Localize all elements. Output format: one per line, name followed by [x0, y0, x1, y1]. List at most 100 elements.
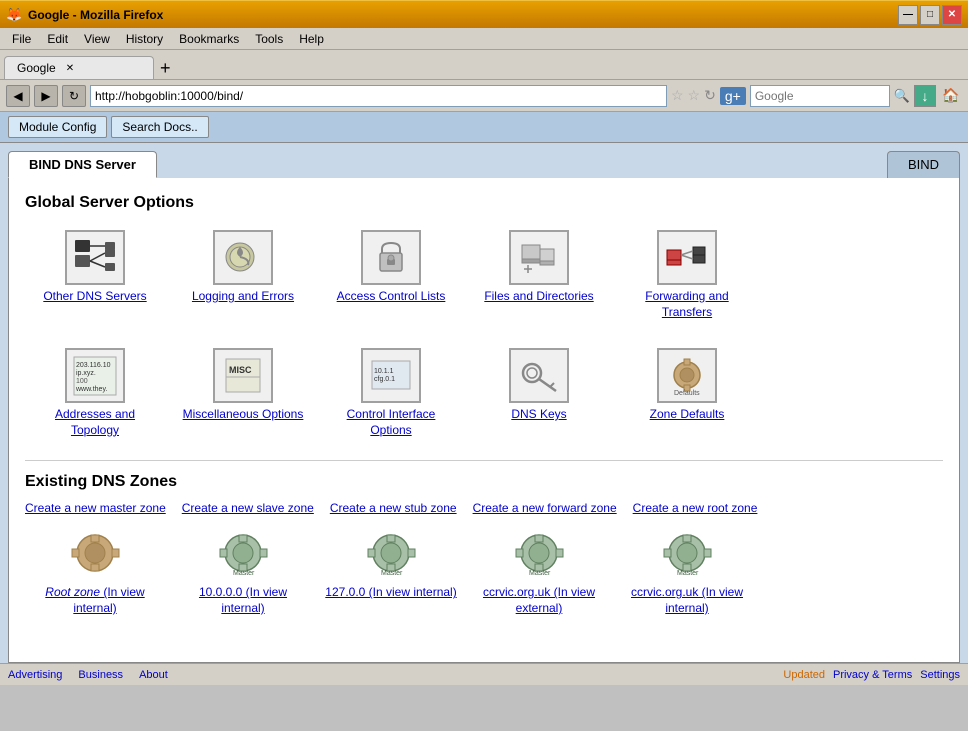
- ccrvic-internal-item[interactable]: Master ccrvic.org.uk (In view internal): [617, 527, 757, 620]
- global-options-grid-row2: 203.116.10 ip.xyz. 100 www.they. Address…: [25, 342, 943, 444]
- svg-text:ip.xyz.: ip.xyz.: [76, 370, 96, 377]
- statusbar-right: Updated Privacy & Terms Settings: [783, 669, 960, 681]
- addresses-topology-item[interactable]: 203.116.10 ip.xyz. 100 www.they. Address…: [25, 342, 165, 444]
- window-title: Google - Mozilla Firefox: [28, 8, 898, 22]
- menubar: File Edit View History Bookmarks Tools H…: [0, 28, 968, 50]
- ccrvic-external-item[interactable]: Master ccrvic.org.uk (In view external): [469, 527, 609, 620]
- files-directories-icon: [509, 230, 569, 285]
- forwarding-transfers-item[interactable]: Forwarding and Transfers: [617, 224, 757, 326]
- root-zone-label: Root zone (In view internal): [29, 585, 161, 616]
- tab-bind-dns-server[interactable]: BIND DNS Server: [8, 151, 157, 178]
- menu-history[interactable]: History: [118, 30, 171, 48]
- settings-link[interactable]: Settings: [920, 669, 960, 681]
- bookmark-star-icon[interactable]: ☆: [671, 87, 684, 104]
- 127-0-0-item[interactable]: Master 127.0.0 (In view internal): [321, 527, 461, 620]
- menu-edit[interactable]: Edit: [39, 30, 76, 48]
- search-docs-button[interactable]: Search Docs..: [111, 116, 208, 138]
- root-zone-item[interactable]: Root zone (In view internal): [25, 527, 165, 620]
- minimize-button[interactable]: —: [898, 5, 918, 25]
- svg-text:Master: Master: [677, 570, 699, 577]
- window-controls: — □ ✕: [898, 5, 962, 25]
- files-directories-label: Files and Directories: [484, 289, 593, 305]
- business-link[interactable]: Business: [78, 669, 123, 681]
- bookmark-star2-icon[interactable]: ☆: [688, 87, 701, 104]
- svg-text:10.1.1: 10.1.1: [374, 368, 394, 375]
- advertising-link[interactable]: Advertising: [8, 669, 62, 681]
- global-options-title: Global Server Options: [25, 194, 943, 212]
- menu-file[interactable]: File: [4, 30, 39, 48]
- control-interface-label: Control Interface Options: [327, 407, 455, 438]
- search-input[interactable]: [750, 85, 890, 107]
- home-button[interactable]: 🏠: [940, 85, 962, 107]
- back-button[interactable]: ◀: [6, 85, 30, 107]
- menu-bookmarks[interactable]: Bookmarks: [171, 30, 247, 48]
- ccrvic-internal-icon: Master: [660, 531, 715, 581]
- other-dns-servers-icon: [65, 230, 125, 285]
- zone-defaults-label: Zone Defaults: [650, 407, 725, 423]
- root-zone-icon: [68, 531, 123, 581]
- existing-zones-title: Existing DNS Zones: [25, 473, 943, 491]
- dns-keys-icon: [509, 348, 569, 403]
- maximize-button[interactable]: □: [920, 5, 940, 25]
- menu-tools[interactable]: Tools: [247, 30, 291, 48]
- forwarding-transfers-icon: [657, 230, 717, 285]
- menu-help[interactable]: Help: [291, 30, 332, 48]
- forwarding-transfers-label: Forwarding and Transfers: [623, 289, 751, 320]
- addressbar: ◀ ▶ ↻ ☆ ☆ ↻ g+ 🔍 ↓ 🏠: [0, 80, 968, 112]
- addresses-topology-label: Addresses and Topology: [31, 407, 159, 438]
- about-link[interactable]: About: [139, 669, 168, 681]
- window-titlebar: 🦊 Google - Mozilla Firefox — □ ✕: [0, 0, 968, 28]
- access-control-lists-label: Access Control Lists: [337, 289, 446, 305]
- search-icon[interactable]: 🔍: [894, 88, 910, 104]
- zone-defaults-item[interactable]: Defaults Zone Defaults: [617, 342, 757, 444]
- url-input[interactable]: [90, 85, 667, 107]
- svg-text:100: 100: [76, 378, 88, 385]
- misc-options-label: Miscellaneous Options: [183, 407, 304, 423]
- tab-close-icon[interactable]: ✕: [66, 63, 74, 74]
- main-panel: Global Server Options: [8, 178, 960, 663]
- close-button[interactable]: ✕: [942, 5, 962, 25]
- 127-0-0-icon: Master: [364, 531, 419, 581]
- create-forward-zone-link[interactable]: Create a new forward zone: [473, 501, 617, 515]
- tab-label: Google: [17, 61, 56, 75]
- statusbar-left: Advertising Business About: [8, 669, 767, 681]
- svg-text:Master: Master: [381, 570, 403, 577]
- module-config-button[interactable]: Module Config: [8, 116, 107, 138]
- svg-text:203.116.10: 203.116.10: [76, 362, 111, 369]
- access-control-lists-item[interactable]: Access Control Lists: [321, 224, 461, 326]
- control-interface-item[interactable]: 10.1.1 cfg.0.1 Control Interface Options: [321, 342, 461, 444]
- firefox-icon: 🦊: [6, 7, 22, 23]
- create-slave-zone-link[interactable]: Create a new slave zone: [182, 501, 314, 515]
- account-icon[interactable]: g+: [720, 87, 746, 105]
- svg-text:MISC: MISC: [229, 365, 252, 375]
- 10-0-0-label: 10.0.0.0 (In view internal): [177, 585, 309, 616]
- files-directories-item[interactable]: Files and Directories: [469, 224, 609, 326]
- 127-0-0-label: 127.0.0 (In view internal): [325, 585, 456, 601]
- dns-keys-item[interactable]: DNS Keys: [469, 342, 609, 444]
- create-master-zone-link[interactable]: Create a new master zone: [25, 501, 166, 515]
- create-root-zone-link[interactable]: Create a new root zone: [633, 501, 758, 515]
- 10-0-0-icon: Master: [216, 531, 271, 581]
- ccrvic-external-icon: Master: [512, 531, 567, 581]
- reload-small-icon[interactable]: ↻: [704, 87, 716, 104]
- zone-grid: Root zone (In view internal) Master 10.0: [25, 527, 943, 620]
- new-tab-button[interactable]: +: [154, 58, 177, 79]
- misc-options-item[interactable]: MISC Miscellaneous Options: [173, 342, 313, 444]
- privacy-link[interactable]: Privacy & Terms: [833, 669, 912, 681]
- webmin-toolbar: Module Config Search Docs..: [0, 112, 968, 143]
- svg-text:Defaults: Defaults: [674, 390, 700, 397]
- dns-keys-label: DNS Keys: [511, 407, 566, 423]
- logging-errors-item[interactable]: Logging and Errors: [173, 224, 313, 326]
- menu-view[interactable]: View: [76, 30, 118, 48]
- other-dns-servers-item[interactable]: Other DNS Servers: [25, 224, 165, 326]
- reload-button[interactable]: ↻: [62, 85, 86, 107]
- global-options-grid: Other DNS Servers Logging and Errors: [25, 224, 943, 326]
- browser-tab[interactable]: Google ✕: [4, 56, 154, 79]
- bind-tabs: BIND DNS Server BIND: [0, 143, 968, 178]
- download-button[interactable]: ↓: [914, 85, 936, 107]
- create-stub-zone-link[interactable]: Create a new stub zone: [330, 501, 457, 515]
- forward-button[interactable]: ▶: [34, 85, 58, 107]
- statusbar: Advertising Business About Updated Priva…: [0, 663, 968, 685]
- 10-0-0-item[interactable]: Master 10.0.0.0 (In view internal): [173, 527, 313, 620]
- tab-bind[interactable]: BIND: [887, 151, 960, 178]
